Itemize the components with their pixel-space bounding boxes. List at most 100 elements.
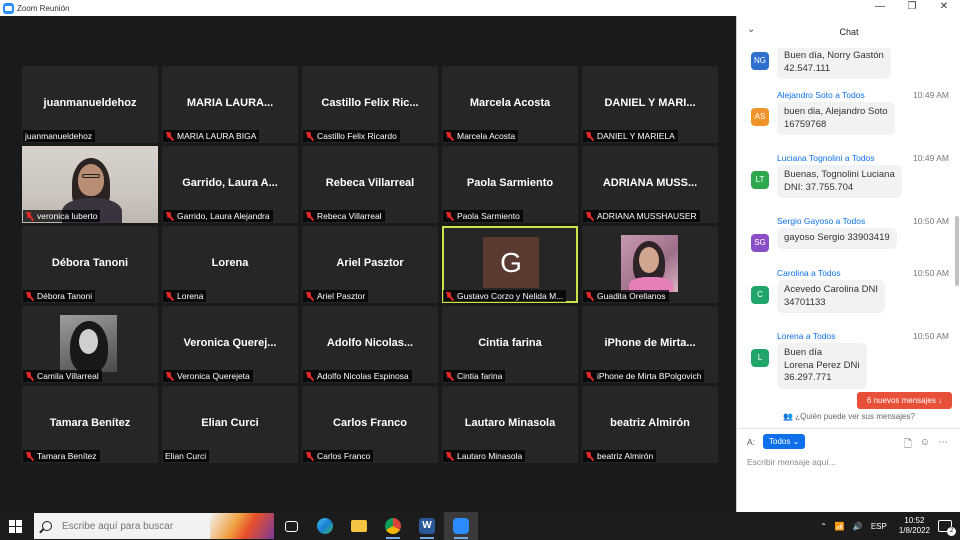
taskbar: W ⌃ 📶 🔊 ESP 10:52 1/8/2022 2: [0, 512, 960, 540]
clock[interactable]: 10:52 1/8/2022: [899, 516, 930, 536]
tray-chevron-icon[interactable]: ⌃: [820, 522, 827, 531]
chat-scrollbar[interactable]: [955, 216, 959, 286]
emoji-icon[interactable]: ☺: [920, 437, 930, 454]
chat-sender[interactable]: Carolina a Todos: [777, 268, 841, 278]
participant-display-name: Carlos Franco: [333, 417, 407, 429]
participant-tile[interactable]: ADRIANA MUSS... ADRIANA MUSSHAUSER: [582, 146, 718, 223]
participant-name-label: Elian Curci: [163, 450, 210, 462]
chat-sender[interactable]: Sergio Gayoso a Todos: [777, 216, 865, 226]
participant-name-label: Cintia farina: [443, 370, 506, 382]
participant-name: Garrido, Laura Alejandra: [177, 211, 270, 221]
participant-tile[interactable]: Débora Tanoni Débora Tanoni: [22, 226, 158, 303]
volume-icon[interactable]: 🔊: [853, 522, 863, 531]
mic-muted-icon: [165, 211, 174, 221]
participant-tile[interactable]: Lorena Lorena: [162, 226, 298, 303]
participant-tile[interactable]: veronica luberto: [22, 146, 158, 223]
who-can-see-link[interactable]: 👥 ¿Quién puede ver sus mensajes?: [737, 412, 960, 421]
chat-time: 10:50 AM: [913, 331, 949, 341]
chat-bubble: Acevedo Carolina DNI 34701133: [777, 280, 885, 313]
chat-messages: Norry Gastón a Todos10:49 AMNGBuen día, …: [737, 48, 955, 410]
participant-tile[interactable]: Marcela Acosta Marcela Acosta: [442, 66, 578, 143]
maximize-button[interactable]: ❐: [896, 0, 928, 16]
chat-sender[interactable]: Luciana Tognolini a Todos: [777, 153, 875, 163]
language-indicator[interactable]: ESP: [871, 522, 887, 531]
chat-bubble: buen dia, Alejandro Soto 16759768: [777, 102, 895, 135]
file-icon[interactable]: 🗋: [904, 437, 912, 454]
chat-sender[interactable]: Lorena a Todos: [777, 331, 835, 341]
participant-display-name: Garrido, Laura A...: [182, 177, 278, 189]
search-highlight-image: [210, 513, 274, 539]
minimize-button[interactable]: —: [864, 0, 896, 16]
edge-icon[interactable]: [308, 512, 342, 540]
participant-name: Lorena: [177, 291, 204, 301]
participant-tile[interactable]: beatriz Almirón beatriz Almirón: [582, 386, 718, 463]
participant-display-name: Cintia farina: [478, 337, 542, 349]
participant-name: beatriz Almirón: [597, 451, 654, 461]
participant-display-name: Tamara Benítez: [49, 417, 131, 429]
participant-tile[interactable]: Elian Curci Elian Curci: [162, 386, 298, 463]
participant-tile[interactable]: Garrido, Laura A... Garrido, Laura Alejan…: [162, 146, 298, 223]
participant-name: Cintia farina: [457, 371, 503, 381]
participant-tile[interactable]: juanmanueldehoz juanmanueldehoz: [22, 66, 158, 143]
participant-tile[interactable]: Carlos Franco Carlos Franco: [302, 386, 438, 463]
who-can-see-label: ¿Quién puede ver sus mensajes?: [795, 412, 915, 421]
participant-display-name: Débora Tanoni: [51, 257, 129, 269]
mic-muted-icon: [305, 371, 314, 381]
participant-display-name: Lorena: [211, 257, 249, 269]
notifications-icon[interactable]: 2: [938, 520, 956, 536]
participant-tile[interactable]: Adolfo Nicolas... Adolfo Nicolas Espinosa: [302, 306, 438, 383]
participant-name: iPhone de Mirta BPolgovich: [597, 371, 702, 381]
participant-tile[interactable]: Cintia farina Cintia farina: [442, 306, 578, 383]
participant-tile[interactable]: Camila Villarreal: [22, 306, 158, 383]
participant-name: ADRIANA MUSSHAUSER: [597, 211, 697, 221]
chrome-icon[interactable]: [376, 512, 410, 540]
chat-time: 10:49 AM: [913, 153, 949, 163]
file-explorer-icon[interactable]: [342, 512, 376, 540]
new-messages-button[interactable]: 6 nuevos mensajes ↓: [857, 392, 952, 409]
participant-tile[interactable]: Rebeca Villarreal Rebeca Villarreal: [302, 146, 438, 223]
participant-name: Carlos Franco: [317, 451, 371, 461]
more-icon[interactable]: ⋯: [938, 437, 948, 454]
participant-name: Camila Villarreal: [37, 371, 99, 381]
participant-name-label: Tamara Benítez: [23, 450, 100, 462]
mic-muted-icon: [305, 131, 314, 141]
chat-sender[interactable]: Alejandro Soto a Todos: [777, 90, 865, 100]
taskbar-search[interactable]: [34, 513, 274, 539]
participant-name-label: Guadita Orellanos: [583, 290, 669, 302]
participant-tile[interactable]: Tamara Benítez Tamara Benítez: [22, 386, 158, 463]
window-controls: — ❐ ✕: [864, 0, 960, 16]
taskbar-search-input[interactable]: [62, 520, 202, 532]
participant-name-label: Adolfo Nicolas Espinosa: [303, 370, 412, 382]
participant-tile[interactable]: Ariel Pasztor Ariel Pasztor: [302, 226, 438, 303]
participant-tile[interactable]: Guadita Orellanos: [582, 226, 718, 303]
participant-display-name: Castillo Felix Ric...: [321, 97, 419, 109]
participant-tile[interactable]: MARIA LAURA... MARIA LAURA BIGA: [162, 66, 298, 143]
mic-muted-icon: [165, 131, 174, 141]
title-bar: Zoom Reunión — ❐ ✕: [0, 0, 960, 16]
participant-display-name: juanmanueldehoz: [43, 97, 137, 109]
recipient-select[interactable]: Todos ⌄: [763, 434, 806, 449]
task-view-icon[interactable]: [274, 512, 308, 540]
zoom-taskbar-icon[interactable]: [444, 512, 478, 540]
participant-tile[interactable]: Paola Sarmiento Paola Sarmiento: [442, 146, 578, 223]
collapse-chevron-icon[interactable]: ⌄: [747, 25, 757, 35]
chat-panel: ⌄ Chat Norry Gastón a Todos10:49 AMNGBue…: [736, 16, 960, 512]
participant-name: DANIEL Y MARIELA: [597, 131, 675, 141]
participant-name: Paola Sarmiento: [457, 211, 520, 221]
mic-muted-icon: [25, 371, 34, 381]
chat-bubble: Buenas, Tognolini Luciana DNI: 37.755.70…: [777, 165, 902, 198]
chat-avatar: LT: [751, 171, 769, 189]
participant-tile[interactable]: iPhone de Mirta... iPhone de Mirta BPolgo…: [582, 306, 718, 383]
participant-tile[interactable]: Castillo Felix Ric... Castillo Felix Rica…: [302, 66, 438, 143]
wifi-icon[interactable]: 📶: [835, 522, 845, 531]
participant-tile[interactable]: DANIEL Y MARI... DANIEL Y MARIELA: [582, 66, 718, 143]
start-button[interactable]: [0, 512, 30, 540]
participant-tile[interactable]: Lautaro Minasola Lautaro Minasola: [442, 386, 578, 463]
word-icon[interactable]: W: [410, 512, 444, 540]
close-button[interactable]: ✕: [928, 0, 960, 16]
participant-display-name: Veronica Querej...: [183, 337, 277, 349]
participant-tile[interactable]: G Gustavo Corzo y Nelida M...: [442, 226, 578, 303]
chat-input[interactable]: Escribir mensaje aquí...: [747, 457, 836, 467]
participant-tile[interactable]: Veronica Querej... Veronica Querejeta: [162, 306, 298, 383]
mic-muted-icon: [585, 291, 594, 301]
